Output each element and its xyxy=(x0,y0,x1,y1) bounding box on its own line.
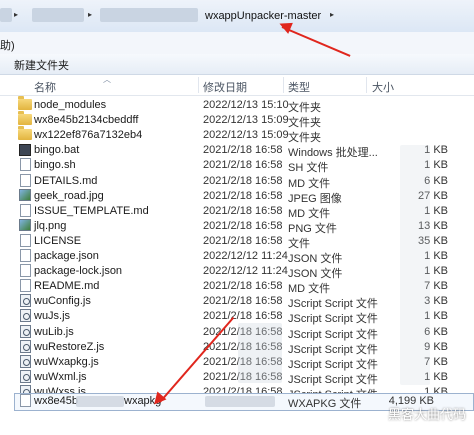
script-icon xyxy=(18,324,32,338)
file-name: DETAILS.md xyxy=(34,174,98,187)
column-divider[interactable] xyxy=(198,77,199,93)
file-name: bingo.bat xyxy=(34,144,80,157)
file-name: jlq.png xyxy=(34,219,67,232)
file-modified: 2021/2/18 16:58 xyxy=(203,219,283,232)
file-modified: 2021/2/18 16:58 xyxy=(203,159,283,172)
bat-icon xyxy=(18,143,32,156)
file-icon xyxy=(18,158,32,172)
redacted-date xyxy=(205,396,275,407)
breadcrumb-arrow[interactable]: ▸ xyxy=(330,10,334,19)
path-segment-redacted xyxy=(32,8,84,22)
obscured-region xyxy=(238,323,282,383)
file-modified: 2022/12/12 11:24 xyxy=(203,265,288,278)
file-modified: 2021/2/18 16:58 xyxy=(203,280,283,293)
file-modified: 2021/2/18 16:58 xyxy=(203,295,283,308)
file-icon xyxy=(18,394,32,407)
file-name: LICENSE xyxy=(34,234,82,247)
file-icon xyxy=(18,203,32,217)
file-name: package-lock.json xyxy=(34,265,123,278)
file-name: wx8e45b2134cbeddff xyxy=(34,114,139,127)
file-modified: 2022/12/13 15:09 xyxy=(203,114,289,127)
file-name: wuJs.js xyxy=(34,310,71,323)
file-modified: 2021/2/18 16:58 xyxy=(203,234,283,247)
menu-item-help[interactable]: 助) xyxy=(0,37,15,53)
address-bar[interactable]: ▸ ▸ wxappUnpacker-master ▸ xyxy=(0,0,474,33)
script-icon xyxy=(18,339,32,353)
path-segment-redacted xyxy=(0,8,12,22)
column-type[interactable]: 类型 xyxy=(288,79,310,95)
file-icon xyxy=(18,173,32,187)
column-name[interactable]: 名称 xyxy=(34,79,56,95)
script-icon xyxy=(18,369,32,383)
path-segment-redacted xyxy=(100,8,198,22)
file-icon xyxy=(18,249,32,262)
file-modified: 2021/2/18 16:58 xyxy=(203,174,283,187)
sort-chevron-icon: ︿ xyxy=(103,75,111,84)
breadcrumb-arrow[interactable]: ▸ xyxy=(88,10,92,19)
file-type: WXAPKG 文件 xyxy=(288,398,362,410)
img-icon xyxy=(18,189,32,202)
breadcrumb-current-folder[interactable]: wxappUnpacker-master xyxy=(205,10,321,22)
file-name: ISSUE_TEMPLATE.md xyxy=(34,204,149,217)
file-name-prefix: wx8e45b xyxy=(34,395,79,407)
column-divider[interactable] xyxy=(366,77,367,93)
file-name: geek_road.jpg xyxy=(34,189,104,202)
file-modified: 2021/2/18 16:58 xyxy=(203,310,283,323)
img-icon xyxy=(18,219,32,232)
column-size[interactable]: 大小 xyxy=(372,79,394,95)
file-name: wuLib.js xyxy=(34,325,74,338)
redacted-name-part xyxy=(76,396,124,407)
file-name: wx122ef876a7132eb4 xyxy=(34,129,143,142)
column-modified[interactable]: 修改日期 xyxy=(203,79,247,95)
file-modified: 2021/2/18 16:58 xyxy=(203,204,283,217)
folder-icon xyxy=(18,111,32,126)
file-name: package.json xyxy=(34,250,99,262)
file-modified: 2022/12/13 15:09 xyxy=(203,129,289,142)
file-name: wuWxml.js xyxy=(34,370,87,383)
file-name: wuWxapkg.js xyxy=(34,355,99,368)
menu-bar: 助) xyxy=(0,32,474,55)
watermark: 黑客大曲代码 xyxy=(387,407,466,422)
file-modified: 2021/2/18 16:58 xyxy=(203,144,283,157)
script-icon xyxy=(18,309,32,323)
file-name: wuConfig.js xyxy=(34,295,91,308)
script-icon xyxy=(18,294,32,308)
file-modified: 2022/12/13 15:10 xyxy=(203,99,289,111)
file-name: README.md xyxy=(34,280,100,293)
obscured-region xyxy=(400,145,430,385)
file-modified: 2022/12/12 11:24 xyxy=(203,250,288,262)
file-icon xyxy=(18,279,32,293)
file-icon xyxy=(18,233,32,247)
file-icon xyxy=(18,264,32,278)
new-folder-button[interactable]: 新建文件夹 xyxy=(14,57,69,73)
file-modified: 2021/2/18 16:58 xyxy=(203,189,283,202)
file-name: node_modules xyxy=(34,99,107,111)
folder-icon xyxy=(18,96,32,111)
file-name: wuRestoreZ.js xyxy=(34,340,105,353)
column-divider[interactable] xyxy=(283,77,284,93)
breadcrumb-arrow[interactable]: ▸ xyxy=(14,10,18,19)
toolbar: 新建文件夹 xyxy=(0,54,474,75)
column-header: ︿ 名称 修改日期 类型 大小 xyxy=(0,75,474,96)
folder-icon xyxy=(18,126,32,141)
script-icon xyxy=(18,354,32,368)
file-name: bingo.sh xyxy=(34,159,76,172)
